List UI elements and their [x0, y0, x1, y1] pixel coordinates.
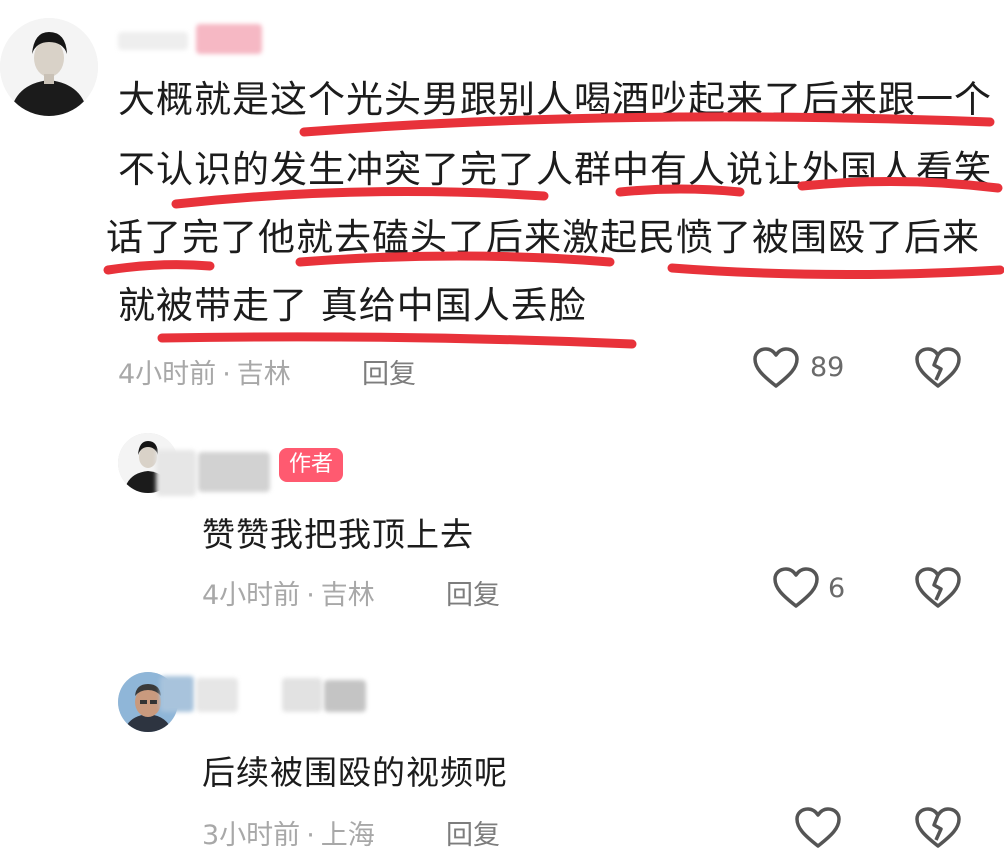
reply-button[interactable]: 回复 — [362, 352, 416, 391]
comment-location: 吉林 — [236, 359, 291, 390]
broken-heart-icon[interactable] — [914, 566, 962, 610]
reply-text: 后续被围殴的视频呢 — [202, 753, 508, 792]
meta-separator: · — [306, 580, 315, 611]
meta-separator: · — [222, 359, 231, 390]
annotation-underlines — [103, 112, 1004, 349]
author-badge: 作者 — [279, 448, 344, 482]
reply-location: 上海 — [320, 820, 375, 851]
reply-meta: 3小时前 · 上海 — [202, 813, 375, 852]
reply-button[interactable]: 回复 — [446, 573, 500, 612]
author-name-blurred[interactable] — [156, 450, 196, 496]
like-count: 89 — [810, 352, 845, 383]
replier-name-blurred[interactable] — [160, 676, 194, 712]
reply-time: 4小时前 — [202, 580, 301, 611]
underline-stroke — [103, 260, 215, 275]
commenter-avatar[interactable] — [0, 18, 98, 116]
replier-name-blurred — [282, 678, 322, 712]
comment-meta: 4小时前 · 吉林 — [118, 352, 291, 391]
reply-text: 赞赞我把我顶上去 — [202, 515, 474, 554]
replier-name-blurred — [196, 678, 238, 712]
heart-icon[interactable] — [752, 346, 800, 390]
broken-heart-icon[interactable] — [914, 806, 962, 850]
reply-meta: 4小时前 · 吉林 — [202, 573, 375, 612]
reply-location: 吉林 — [320, 580, 375, 611]
broken-heart-icon[interactable] — [914, 346, 962, 390]
author-name-blurred — [198, 452, 270, 492]
meta-separator: · — [306, 820, 315, 851]
commenter-name-blurred — [196, 24, 262, 54]
heart-icon[interactable] — [772, 566, 820, 610]
comment-line: 不认识的发生冲突了完了人群中有人说让外国人看笑 — [118, 148, 992, 191]
reply-button[interactable]: 回复 — [446, 813, 500, 852]
like-count: 6 — [828, 573, 846, 604]
comment-time: 4小时前 — [118, 359, 217, 390]
underline-stroke — [667, 263, 1004, 280]
comment-line: 大概就是这个光头男跟别人喝酒吵起来了后来跟一个 — [118, 78, 992, 121]
replier-name-blurred — [324, 680, 366, 712]
comment-line: 就被带走了 真给中国人丢脸 — [118, 284, 587, 327]
commenter-name-blurred[interactable] — [118, 32, 188, 50]
comment-line: 话了完了他就去磕头了后来激起民愤了被围殴了后来 — [106, 216, 980, 259]
underline-stroke — [157, 332, 637, 349]
reply-time: 3小时前 — [202, 820, 301, 851]
heart-icon[interactable] — [794, 806, 842, 850]
